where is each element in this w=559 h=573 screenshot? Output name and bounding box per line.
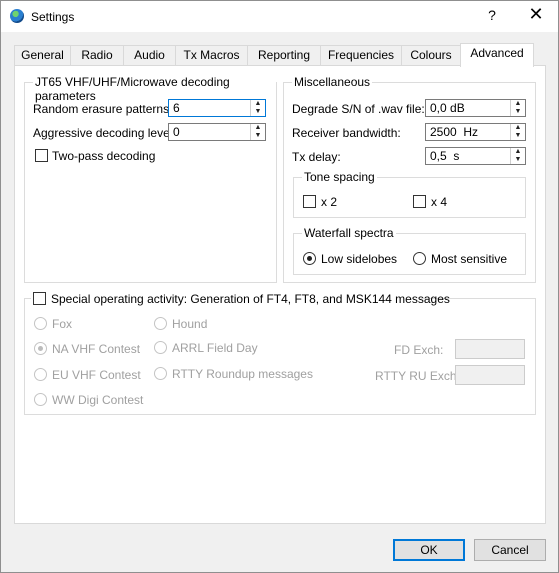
aggressive-decoding-value: 0 <box>173 125 180 139</box>
hound-radio[interactable] <box>154 317 167 330</box>
special-activity-title: Special operating activity: Generation o… <box>51 292 450 306</box>
degrade-sn-arrows[interactable]: ▲ ▼ <box>510 100 525 116</box>
arrow-down-icon[interactable]: ▼ <box>251 132 265 140</box>
tx-delay-spinbox[interactable]: 0,5 s ▲ ▼ <box>425 147 526 165</box>
misc-group-title: Miscellaneous <box>292 75 373 89</box>
tone-x4-label: x 4 <box>431 195 448 209</box>
fd-exch-input[interactable] <box>455 339 525 359</box>
low-sidelobes-radio[interactable] <box>303 252 316 265</box>
rtty-ru-exch-input[interactable] <box>455 365 525 385</box>
rtty-roundup-label: RTTY Roundup messages <box>172 367 313 381</box>
tx-delay-label: Tx delay: <box>292 150 341 164</box>
arrow-up-icon[interactable]: ▲ <box>511 100 525 108</box>
arrow-down-icon[interactable]: ▼ <box>511 108 525 116</box>
fox-label: Fox <box>52 317 73 331</box>
tx-delay-value: 0,5 s <box>430 149 460 163</box>
ok-button[interactable]: OK <box>393 539 465 561</box>
tab-advanced[interactable]: Advanced <box>460 43 534 67</box>
window-title: Settings <box>31 10 75 24</box>
random-erasure-spinbox[interactable]: 6 ▲ ▼ <box>168 99 266 117</box>
degrade-sn-label: Degrade S/N of .wav file: <box>292 102 425 116</box>
tone-x2-label: x 2 <box>321 195 338 209</box>
hound-label: Hound <box>172 317 208 331</box>
tab-reporting[interactable]: Reporting <box>247 45 321 66</box>
eu-vhf-contest-radio[interactable] <box>34 368 47 381</box>
arrl-field-day-label: ARRL Field Day <box>172 341 258 355</box>
receiver-bandwidth-spinbox[interactable]: 2500 Hz ▲ ▼ <box>425 123 526 141</box>
arrow-up-icon[interactable]: ▲ <box>251 124 265 132</box>
arrow-down-icon[interactable]: ▼ <box>251 108 265 116</box>
arrl-field-day-radio[interactable] <box>154 341 167 354</box>
receiver-bandwidth-label: Receiver bandwidth: <box>292 126 401 140</box>
aggressive-decoding-label: Aggressive decoding level: <box>33 126 176 140</box>
waterfall-title: Waterfall spectra <box>302 226 396 240</box>
fox-radio[interactable] <box>34 317 47 330</box>
degrade-sn-value: 0,0 dB <box>430 101 465 115</box>
random-erasure-value: 6 <box>173 101 180 115</box>
receiver-bandwidth-value: 2500 Hz <box>430 125 479 139</box>
rtty-roundup-radio[interactable] <box>154 367 167 380</box>
arrow-up-icon[interactable]: ▲ <box>511 148 525 156</box>
special-activity-header: Special operating activity: Generation o… <box>31 291 450 307</box>
receiver-bandwidth-arrows[interactable]: ▲ ▼ <box>510 124 525 140</box>
tab-audio[interactable]: Audio <box>123 45 176 66</box>
arrow-up-icon[interactable]: ▲ <box>511 124 525 132</box>
special-activity-group: Special operating activity: Generation o… <box>24 291 536 415</box>
rtty-ru-exch-label: RTTY RU Exch: <box>375 369 460 383</box>
tone-x2-checkbox[interactable] <box>303 195 316 208</box>
arrow-up-icon[interactable]: ▲ <box>251 100 265 108</box>
ww-digi-contest-radio[interactable] <box>34 393 47 406</box>
low-sidelobes-label: Low sidelobes <box>321 252 398 266</box>
help-button[interactable]: ? <box>484 7 500 23</box>
arrow-down-icon[interactable]: ▼ <box>511 156 525 164</box>
tab-colours[interactable]: Colours <box>401 45 461 66</box>
tab-tx-macros[interactable]: Tx Macros <box>175 45 248 66</box>
random-erasure-label: Random erasure patterns: <box>33 102 173 116</box>
most-sensitive-radio[interactable] <box>413 252 426 265</box>
aggressive-decoding-spinbox[interactable]: 0 ▲ ▼ <box>168 123 266 141</box>
advanced-panel: JT65 VHF/UHF/Microwave decoding paramete… <box>14 65 546 524</box>
arrow-down-icon[interactable]: ▼ <box>511 132 525 140</box>
title-bar: Settings ? ✕ <box>1 1 558 32</box>
tab-bar: General Radio Audio Tx Macros Reporting … <box>14 43 534 67</box>
random-erasure-arrows[interactable]: ▲ ▼ <box>250 100 265 116</box>
fd-exch-label: FD Exch: <box>394 343 444 357</box>
tab-frequencies[interactable]: Frequencies <box>320 45 402 66</box>
special-activity-checkbox[interactable] <box>33 292 46 305</box>
tone-x4-checkbox[interactable] <box>413 195 426 208</box>
eu-vhf-contest-label: EU VHF Contest <box>52 368 141 382</box>
tab-radio[interactable]: Radio <box>70 45 124 66</box>
app-globe-icon <box>10 9 24 23</box>
tab-general[interactable]: General <box>14 45 71 66</box>
ww-digi-contest-label: WW Digi Contest <box>52 393 144 407</box>
waterfall-group: Waterfall spectra Low sidelobes Most sen… <box>293 226 526 275</box>
close-button[interactable]: ✕ <box>527 4 545 25</box>
na-vhf-contest-label: NA VHF Contest <box>52 342 141 356</box>
tone-spacing-group: Tone spacing x 2 x 4 <box>293 170 526 218</box>
settings-window: Settings ? ✕ General Radio Audio Tx Macr… <box>0 0 559 573</box>
tx-delay-arrows[interactable]: ▲ ▼ <box>510 148 525 164</box>
misc-group: Miscellaneous Degrade S/N of .wav file: … <box>283 75 536 283</box>
degrade-sn-spinbox[interactable]: 0,0 dB ▲ ▼ <box>425 99 526 117</box>
two-pass-checkbox[interactable] <box>35 149 48 162</box>
most-sensitive-label: Most sensitive <box>431 252 508 266</box>
jt65-group: JT65 VHF/UHF/Microwave decoding paramete… <box>24 75 277 283</box>
tone-spacing-title: Tone spacing <box>302 170 377 184</box>
two-pass-label: Two-pass decoding <box>52 149 156 163</box>
cancel-button[interactable]: Cancel <box>474 539 546 561</box>
aggressive-decoding-arrows[interactable]: ▲ ▼ <box>250 124 265 140</box>
na-vhf-contest-radio[interactable] <box>34 342 47 355</box>
